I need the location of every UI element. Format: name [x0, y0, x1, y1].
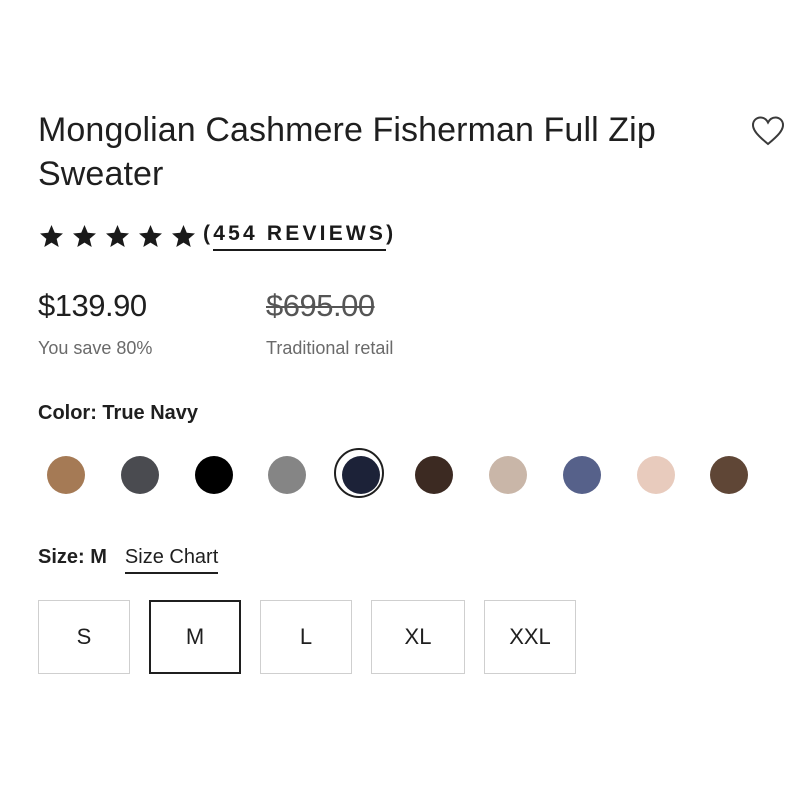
size-options: S M L XL XXL [38, 600, 595, 674]
color-swatch[interactable] [637, 456, 675, 494]
size-option-l[interactable]: L [260, 600, 352, 674]
color-swatch[interactable] [710, 456, 748, 494]
original-price: $695.00 [266, 288, 375, 323]
product-title: Mongolian Cashmere Fisherman Full Zip Sw… [38, 111, 656, 193]
size-row: Size: M Size Chart [38, 546, 219, 574]
size-option-m[interactable]: M [149, 600, 241, 674]
reviews-open-paren: ( [203, 222, 214, 245]
savings-text: You save 80% [38, 338, 153, 358]
wishlist-button[interactable] [750, 114, 786, 148]
color-swatch[interactable] [268, 456, 306, 494]
reviews-link[interactable]: (454 REVIEWS) [203, 221, 396, 251]
size-option-xl[interactable]: XL [371, 600, 465, 674]
star-icon [40, 224, 63, 247]
current-price: $139.90 [38, 288, 147, 323]
rating-row: (454 REVIEWS) [38, 218, 396, 254]
current-price-block: $139.90 You save 80% [38, 286, 152, 359]
star-rating [38, 223, 197, 250]
color-swatch[interactable] [121, 456, 159, 494]
heart-outline-icon [751, 116, 785, 146]
size-chart-link[interactable]: Size Chart [124, 546, 219, 574]
size-label: Size: M [38, 546, 107, 568]
original-price-label: Traditional retail [266, 338, 394, 358]
size-option-s[interactable]: S [38, 600, 130, 674]
reviews-count: 454 REVIEWS [213, 221, 387, 251]
product-detail-panel: Mongolian Cashmere Fisherman Full Zip Sw… [0, 0, 800, 800]
color-swatch[interactable] [563, 456, 601, 494]
size-option-xxl[interactable]: XXL [484, 600, 576, 674]
star-icon [106, 224, 129, 247]
star-icon [73, 224, 96, 247]
original-price-block: $695.00 Traditional retail [266, 286, 393, 359]
color-swatch[interactable] [47, 456, 85, 494]
color-swatches [0, 446, 800, 502]
reviews-close-paren: ) [386, 222, 397, 245]
star-icon [139, 224, 162, 247]
color-label: Color: True Navy [38, 402, 199, 424]
color-swatch[interactable] [195, 456, 233, 494]
star-icon [172, 224, 195, 247]
color-swatch[interactable] [415, 456, 453, 494]
color-swatch[interactable] [489, 456, 527, 494]
color-swatch[interactable] [334, 448, 384, 498]
